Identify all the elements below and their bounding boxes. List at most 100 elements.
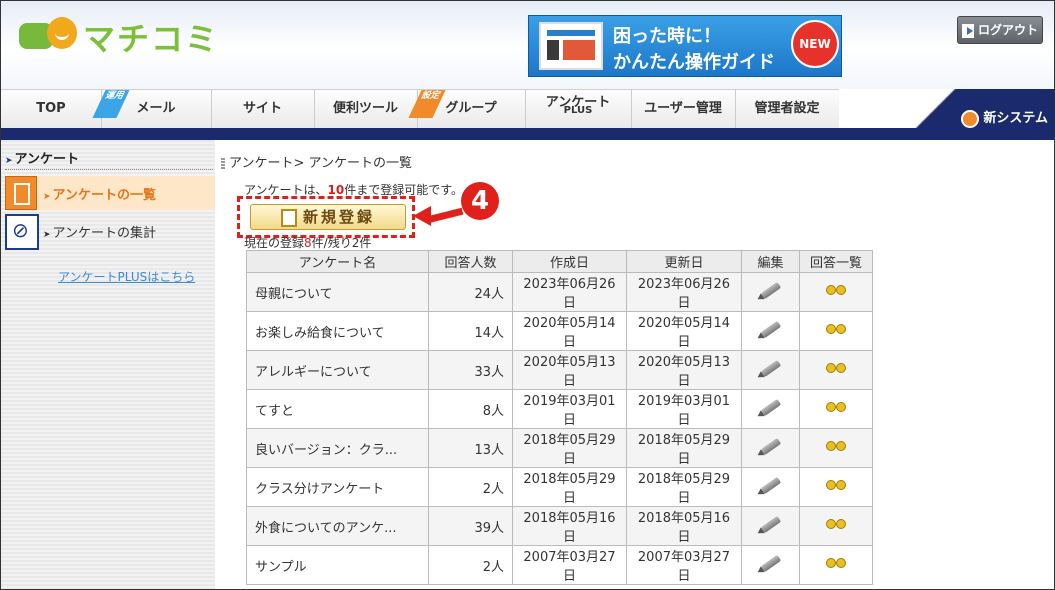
edit-cell	[741, 545, 800, 585]
count-text: 現在の登録	[244, 236, 305, 250]
tab-tools[interactable]: 便利ツール	[314, 90, 418, 128]
tab-label: 便利ツール	[332, 101, 398, 116]
tab-label: グループ	[445, 101, 497, 116]
created-date: 2018年05月29日	[512, 428, 627, 468]
created-date: 2018年05月29日	[512, 467, 627, 507]
notice-number: 10	[327, 183, 345, 197]
response-count: 2人	[428, 467, 513, 507]
new-register-button[interactable]: 新規登録	[250, 204, 406, 230]
tab-admin-settings[interactable]: 管理者設定	[735, 90, 839, 128]
view-responses-icon[interactable]	[826, 323, 846, 335]
response-count: 24人	[428, 272, 513, 312]
view-responses-icon[interactable]	[826, 401, 846, 413]
table-row: 外食についてのアンケ... 39人 2018年05月16日 2018年05月16…	[246, 506, 873, 546]
pointer-arrow	[413, 206, 464, 226]
responses-cell	[799, 272, 873, 312]
notice-text: アンケートは、	[244, 183, 328, 197]
response-count: 39人	[428, 506, 513, 546]
tab-sublabel: PLUS	[563, 105, 593, 116]
response-count: 2人	[428, 545, 513, 585]
logo-text: マチコミ	[83, 20, 220, 58]
created-date: 2023年06月26日	[512, 272, 627, 312]
column-header: 作成日	[512, 250, 627, 273]
main-content: アンケート> アンケートの一覧 アンケートは、10件まで登録可能です。 新規登録…	[215, 140, 1054, 589]
edit-icon	[280, 208, 297, 227]
created-date: 2020年05月13日	[512, 350, 627, 390]
pencil-icon[interactable]	[760, 554, 781, 572]
edit-cell	[741, 467, 800, 507]
survey-name: てすと	[246, 389, 429, 429]
survey-name: サンプル	[246, 545, 429, 585]
logout-button[interactable]: ログアウト	[957, 16, 1043, 44]
tab-user-management[interactable]: ユーザー管理	[631, 90, 736, 128]
breadcrumb: アンケート> アンケートの一覧	[221, 152, 412, 171]
view-responses-icon[interactable]	[826, 518, 846, 530]
tab-label: ユーザー管理	[644, 101, 722, 116]
view-responses-icon[interactable]	[826, 440, 846, 452]
tab-site[interactable]: サイト	[211, 90, 315, 128]
tab-survey-plus[interactable]: アンケート PLUS	[525, 90, 632, 128]
table-row: お楽しみ給食について 14人 2020年05月14日 2020年05月14日	[246, 311, 873, 351]
new-system-label: 新システム	[983, 111, 1048, 126]
column-header: 回答人数	[428, 250, 513, 273]
document-icon	[5, 176, 37, 210]
survey-name: お楽しみ給食について	[246, 311, 429, 351]
view-responses-icon[interactable]	[826, 557, 846, 569]
table-row: アレルギーについて 33人 2020年05月13日 2020年05月13日	[246, 350, 873, 390]
edit-cell	[741, 311, 800, 351]
new-system-link[interactable]: 新システム	[839, 89, 1054, 129]
table-row: クラス分けアンケート 2人 2018年05月29日 2018年05月29日	[246, 467, 873, 507]
pencil-icon[interactable]	[760, 437, 781, 455]
view-responses-icon[interactable]	[826, 284, 846, 296]
sidebar-item-survey-list[interactable]: アンケートの一覧	[5, 176, 215, 210]
new-register-label: 新規登録	[302, 208, 375, 226]
pencil-icon[interactable]	[760, 398, 781, 416]
survey-name: アレルギーについて	[246, 350, 429, 390]
app-window: マチコミ 困った時に！ かんたん操作ガイド NEW ログアウト TOP 運用 メ…	[0, 0, 1055, 590]
view-responses-icon[interactable]	[826, 479, 846, 491]
tab-label: サイト	[242, 101, 282, 116]
column-header: アンケート名	[246, 250, 429, 273]
nav-tabs: TOP 運用 メール サイト 便利ツール 設定 グループ アンケート PLUS …	[1, 89, 839, 130]
registration-count: 現在の登録8件/残り2件	[244, 234, 371, 251]
survey-name: クラス分けアンケート	[246, 467, 429, 507]
created-date: 2018年05月16日	[512, 506, 627, 546]
updated-date: 2020年05月14日	[626, 311, 742, 351]
updated-date: 2018年05月29日	[626, 428, 742, 468]
pencil-icon[interactable]	[760, 515, 781, 533]
gear-icon	[961, 109, 980, 128]
responses-cell	[799, 389, 873, 429]
table-row: 良いバージョン：クラ... 13人 2018年05月29日 2018年05月29…	[246, 428, 873, 468]
responses-cell	[799, 467, 873, 507]
updated-date: 2023年06月26日	[626, 272, 742, 312]
pencil-icon[interactable]	[760, 320, 781, 338]
edit-cell	[741, 428, 800, 468]
response-count: 8人	[428, 389, 513, 429]
pencil-icon[interactable]	[760, 476, 781, 494]
tab-group[interactable]: 設定 グループ	[408, 90, 526, 128]
tab-mail[interactable]: 運用 メール	[92, 90, 212, 128]
tab-label: TOP	[36, 101, 66, 116]
monitor-icon	[539, 22, 603, 70]
survey-plus-link[interactable]: アンケートPLUSはこちら	[58, 268, 195, 285]
tab-top[interactable]: TOP	[1, 90, 102, 128]
app-logo[interactable]: マチコミ	[19, 15, 219, 59]
guide-banner[interactable]: 困った時に！ かんたん操作ガイド NEW	[528, 15, 842, 77]
response-count: 33人	[428, 350, 513, 390]
updated-date: 2020年05月13日	[626, 350, 742, 390]
responses-cell	[799, 506, 873, 546]
pencil-icon[interactable]	[760, 281, 781, 299]
sidebar-item-survey-summary[interactable]: アンケートの集計	[5, 214, 215, 250]
view-responses-icon[interactable]	[826, 362, 846, 374]
column-header: 編集	[741, 250, 800, 273]
table-row: てすと 8人 2019年03月01日 2019年03月01日	[246, 389, 873, 429]
new-badge: NEW	[791, 20, 839, 68]
banner-line1: 困った時に！	[613, 26, 721, 47]
edit-cell	[741, 272, 800, 312]
survey-name: 外食についてのアンケ...	[246, 506, 429, 546]
step-number-badge: 4	[461, 182, 499, 220]
sidebar-title: アンケート	[5, 148, 213, 170]
logo-icon	[19, 17, 77, 57]
exit-icon	[961, 23, 974, 38]
pencil-icon[interactable]	[760, 359, 781, 377]
